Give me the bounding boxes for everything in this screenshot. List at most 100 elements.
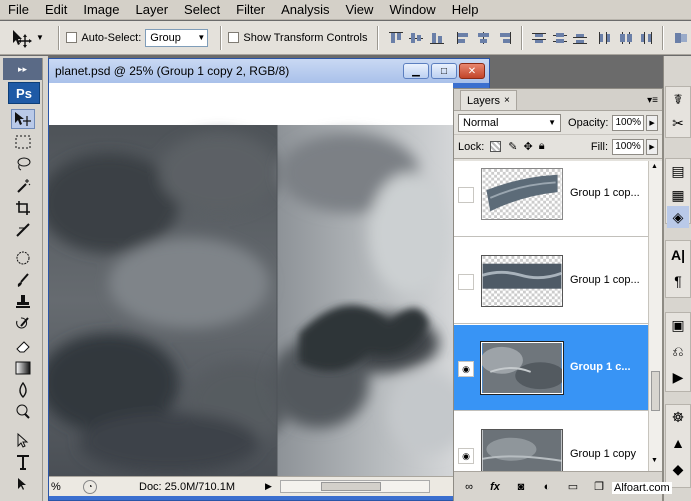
brushes-panel-icon[interactable]: ☤ [667, 88, 689, 110]
new-group-icon[interactable]: ▭ [564, 478, 582, 496]
scroll-up-icon[interactable]: ▲ [651, 163, 658, 170]
color-panel-icon[interactable]: ◆ [667, 458, 689, 480]
layers-scrollbar[interactable]: ▲ ▼ [648, 161, 662, 471]
menu-help[interactable]: Help [444, 0, 487, 20]
horizontal-scrollbar[interactable] [279, 480, 430, 493]
auto-align-icon[interactable] [672, 29, 689, 47]
panel-menu-icon[interactable]: ▾≡ [647, 95, 658, 106]
scrollbar-thumb[interactable] [320, 482, 381, 491]
menu-select[interactable]: Select [176, 0, 228, 20]
status-arrow-icon[interactable]: ▶ [265, 481, 272, 492]
layer-row[interactable]: Group 1 cop... [454, 161, 648, 237]
magic-wand-tool-button[interactable] [11, 176, 35, 196]
menu-image[interactable]: Image [75, 0, 127, 20]
auto-select-dropdown[interactable]: Group ▼ [145, 28, 209, 47]
distribute-top-icon[interactable] [531, 29, 548, 47]
scrollbar-thumb[interactable] [651, 371, 660, 411]
menu-edit[interactable]: Edit [37, 0, 75, 20]
lock-all-icon[interactable]: 🔒︎ [539, 140, 545, 153]
navigator-panel-icon[interactable]: ▤ [667, 160, 689, 182]
transform-controls-toggle[interactable]: Show Transform Controls [228, 32, 367, 44]
fill-input[interactable]: 100% [612, 138, 644, 155]
menu-window[interactable]: Window [381, 0, 443, 20]
clone-stamp-tool-button[interactable] [11, 292, 35, 312]
slice-tool-button[interactable] [11, 220, 35, 240]
blend-mode-dropdown[interactable]: Normal ▼ [458, 113, 562, 132]
marquee-tool-button[interactable] [11, 132, 35, 152]
menu-view[interactable]: View [337, 0, 381, 20]
visibility-toggle[interactable] [458, 274, 474, 290]
tab-layers[interactable]: Layers × [460, 90, 517, 110]
layer-row[interactable]: ◉ Group 1 copy [454, 412, 648, 471]
tool-presets-icon[interactable]: ✂ [667, 112, 689, 134]
history-brush-tool-button[interactable] [11, 314, 35, 334]
distribute-bottom-icon[interactable] [572, 29, 589, 47]
move-tool-button[interactable] [11, 109, 35, 129]
close-icon[interactable]: × [504, 95, 510, 106]
auto-select-checkbox[interactable] [66, 32, 78, 43]
crop-tool-button[interactable] [11, 198, 35, 218]
distribute-hcenter-icon[interactable] [617, 29, 634, 47]
document-titlebar[interactable]: planet.psd @ 25% (Group 1 copy 2, RGB/8)… [49, 59, 489, 83]
toolbox-header[interactable]: ▸▸ [3, 58, 42, 80]
pen-tool-button[interactable] [11, 474, 35, 494]
link-layers-icon[interactable]: ∞ [460, 478, 478, 496]
lock-transparency-icon[interactable] [490, 141, 502, 152]
lock-position-icon[interactable]: ✥ [524, 140, 533, 153]
fill-slider-button[interactable]: ▶ [646, 138, 658, 155]
swatches-panel-icon[interactable]: ☸ [667, 406, 689, 428]
scroll-down-icon[interactable]: ▼ [651, 457, 658, 464]
dodge-tool-button[interactable] [11, 402, 35, 422]
align-top-icon[interactable] [387, 29, 404, 47]
paragraph-panel-icon[interactable]: ¶ [667, 270, 689, 292]
visibility-toggle[interactable]: ◉ [458, 361, 474, 377]
document-canvas[interactable] [49, 83, 453, 476]
layer-style-icon[interactable]: fx [486, 478, 504, 496]
lasso-tool-button[interactable] [11, 154, 35, 174]
actions-panel-icon[interactable]: ▶ [667, 366, 689, 388]
minimize-button[interactable]: ▁ [403, 63, 429, 79]
layer-mask-icon[interactable]: ◙ [512, 478, 530, 496]
layer-row[interactable]: Group 1 cop... [454, 238, 648, 324]
auto-select-toggle[interactable]: Auto-Select: [66, 32, 141, 44]
gradient-tool-button[interactable] [11, 358, 35, 378]
align-right-icon[interactable] [496, 29, 513, 47]
eraser-tool-button[interactable] [11, 336, 35, 356]
menu-analysis[interactable]: Analysis [273, 0, 337, 20]
info-panel-icon[interactable]: ▣ [667, 314, 689, 336]
histogram-panel-icon[interactable]: ▦ [667, 184, 689, 206]
visibility-toggle[interactable] [458, 187, 474, 203]
menu-filter[interactable]: Filter [228, 0, 273, 20]
align-vcenter-icon[interactable] [408, 29, 425, 47]
distribute-right-icon[interactable] [638, 29, 655, 47]
visibility-toggle[interactable]: ◉ [458, 448, 474, 464]
distribute-left-icon[interactable] [597, 29, 614, 47]
opacity-input[interactable]: 100% [612, 114, 645, 131]
menu-layer[interactable]: Layer [128, 0, 177, 20]
character-panel-icon[interactable]: A| [667, 244, 689, 266]
type-tool-button[interactable] [11, 452, 35, 472]
tool-preset-picker[interactable]: ▼ [10, 24, 52, 52]
path-selection-tool-button[interactable] [11, 430, 35, 450]
align-hcenter-icon[interactable] [476, 29, 493, 47]
brush-tool-button[interactable] [11, 270, 35, 290]
align-left-icon[interactable] [455, 29, 472, 47]
history-panel-icon[interactable]: ⎌ [667, 340, 689, 362]
close-button[interactable]: ✕ [459, 63, 485, 79]
layers-panel-icon[interactable]: ◈ [667, 206, 689, 228]
lock-image-icon[interactable]: ✎ [508, 140, 517, 153]
adjustment-layer-icon[interactable]: ◐ [538, 478, 556, 496]
menu-file[interactable]: File [0, 0, 37, 20]
zoom-level[interactable]: % [49, 481, 73, 493]
opacity-slider-button[interactable]: ▶ [646, 114, 659, 131]
styles-panel-icon[interactable]: ▲ [667, 432, 689, 454]
new-layer-icon[interactable]: ❐ [590, 478, 608, 496]
distribute-vcenter-icon[interactable] [552, 29, 569, 47]
layer-row-selected[interactable]: ◉ Group 1 c... [454, 325, 648, 411]
maximize-button[interactable]: □ [431, 63, 457, 79]
status-menu-icon[interactable]: ◔ [83, 479, 97, 494]
transform-controls-checkbox[interactable] [228, 32, 240, 43]
blur-tool-button[interactable] [11, 380, 35, 400]
healing-brush-tool-button[interactable] [11, 248, 35, 268]
align-bottom-icon[interactable] [429, 29, 446, 47]
